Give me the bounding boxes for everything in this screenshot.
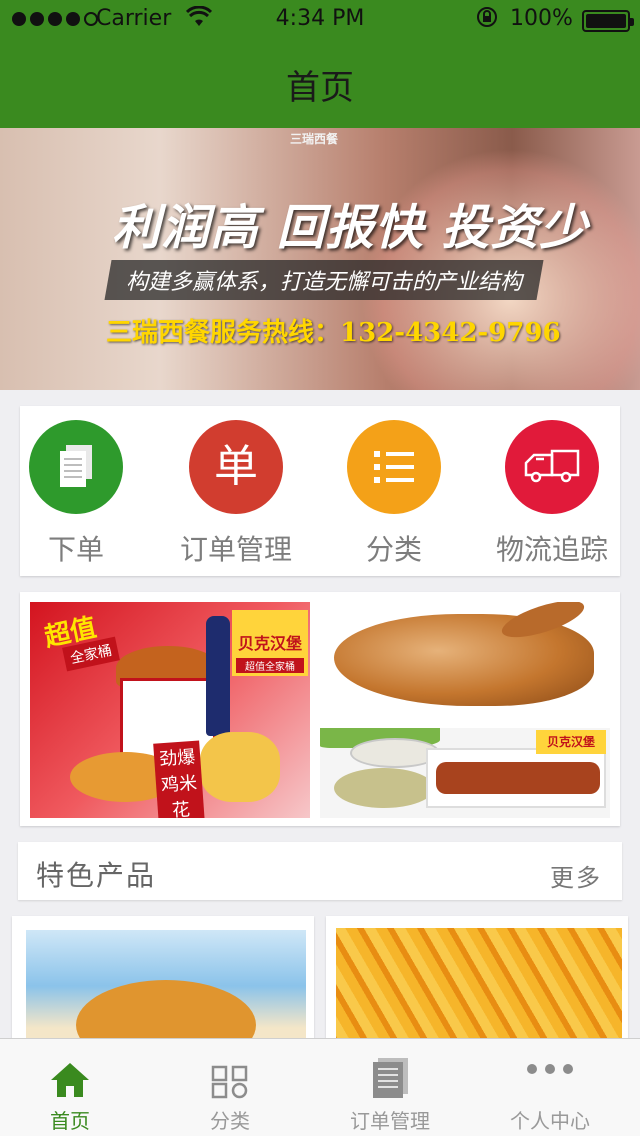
quick-actions: 下单 单 订单管理 分类 物流追踪 (20, 406, 620, 576)
featured-header: 特色产品 更多 (18, 842, 622, 900)
tab-home[interactable]: 首页 (0, 1039, 150, 1136)
top-bar: Carrier 4:34 PM 100% 首页 (0, 0, 640, 128)
tab-label: 分类 (210, 1109, 250, 1133)
action-label: 订单管理 (179, 533, 292, 566)
tab-profile[interactable]: 个人中心 (470, 1039, 630, 1136)
battery-icon (582, 10, 634, 32)
tab-category[interactable]: 分类 (150, 1039, 310, 1136)
promo-roast-chicken[interactable] (320, 602, 610, 718)
order-glyph: 单 (214, 441, 258, 492)
order-icon: 单 (189, 420, 283, 514)
brand-logo-mini: 贝克汉堡 (536, 730, 606, 754)
page-title: 首页 (286, 68, 354, 108)
battery-percent: 100% (510, 6, 573, 31)
product-image (336, 928, 622, 1056)
banner-tagline-text: 构建多赢体系，打造无懈可击的产业结构 (126, 270, 523, 295)
banner-tagline: 构建多赢体系，打造无懈可击的产业结构 (104, 260, 544, 300)
action-label: 物流追踪 (495, 533, 608, 566)
action-place-order[interactable]: 下单 (6, 420, 146, 570)
tab-label: 订单管理 (350, 1109, 430, 1133)
tab-label: 个人中心 (510, 1109, 590, 1133)
hero-banner[interactable]: 三瑞西餐 利润高 回报快 投资少 构建多赢体系，打造无懈可击的产业结构 三瑞西餐… (0, 128, 640, 390)
action-order-management[interactable]: 单 订单管理 (166, 420, 306, 570)
status-bar: Carrier 4:34 PM 100% (0, 0, 640, 40)
list-icon (347, 420, 441, 514)
home-icon (0, 1039, 150, 1099)
banner-headline: 利润高 回报快 投资少 (112, 200, 589, 256)
product-card[interactable] (12, 916, 314, 1056)
brand-logo-name: 贝克汉堡 (237, 634, 302, 653)
document-icon (310, 1039, 470, 1099)
action-label: 分类 (365, 533, 422, 566)
salad-image (334, 768, 434, 808)
grid-icon (150, 1039, 310, 1099)
action-label: 下单 (47, 533, 104, 566)
more-icon (470, 1039, 630, 1099)
section-title: 特色产品 (36, 859, 157, 892)
action-logistics-tracking[interactable]: 物流追踪 (482, 420, 622, 570)
popcorn-chicken-label: 劲爆鸡米花 (153, 740, 205, 818)
tab-order-management[interactable]: 订单管理 (310, 1039, 470, 1136)
cola-bottle-image (206, 616, 230, 736)
banner-hotline: 三瑞西餐服务热线：132-4342-9796 (106, 318, 561, 348)
egg-tarts-image (200, 732, 280, 802)
banner-brand: 三瑞西餐 (290, 132, 339, 146)
more-link[interactable]: 更多 (550, 858, 602, 893)
promo-section: 超值 全家桶 贝克汉堡 超值全家桶 劲爆鸡米花 贝克汉堡 (20, 592, 620, 826)
promo-roast-duck[interactable]: 贝克汉堡 (320, 728, 610, 818)
brand-logo: 贝克汉堡 超值全家桶 (232, 610, 308, 676)
tab-label: 首页 (50, 1109, 90, 1133)
document-icon (29, 420, 123, 514)
rotation-lock-icon (476, 6, 498, 33)
tab-bar: 首页 分类 订单管理 个人中心 (0, 1038, 640, 1136)
product-card[interactable] (326, 916, 628, 1056)
roast-duck-image (436, 762, 600, 794)
promo-family-bucket[interactable]: 超值 全家桶 贝克汉堡 超值全家桶 劲爆鸡米花 (30, 602, 310, 818)
truck-icon (505, 420, 599, 514)
brand-logo-sub: 超值全家桶 (236, 658, 304, 673)
action-category[interactable]: 分类 (324, 420, 464, 570)
